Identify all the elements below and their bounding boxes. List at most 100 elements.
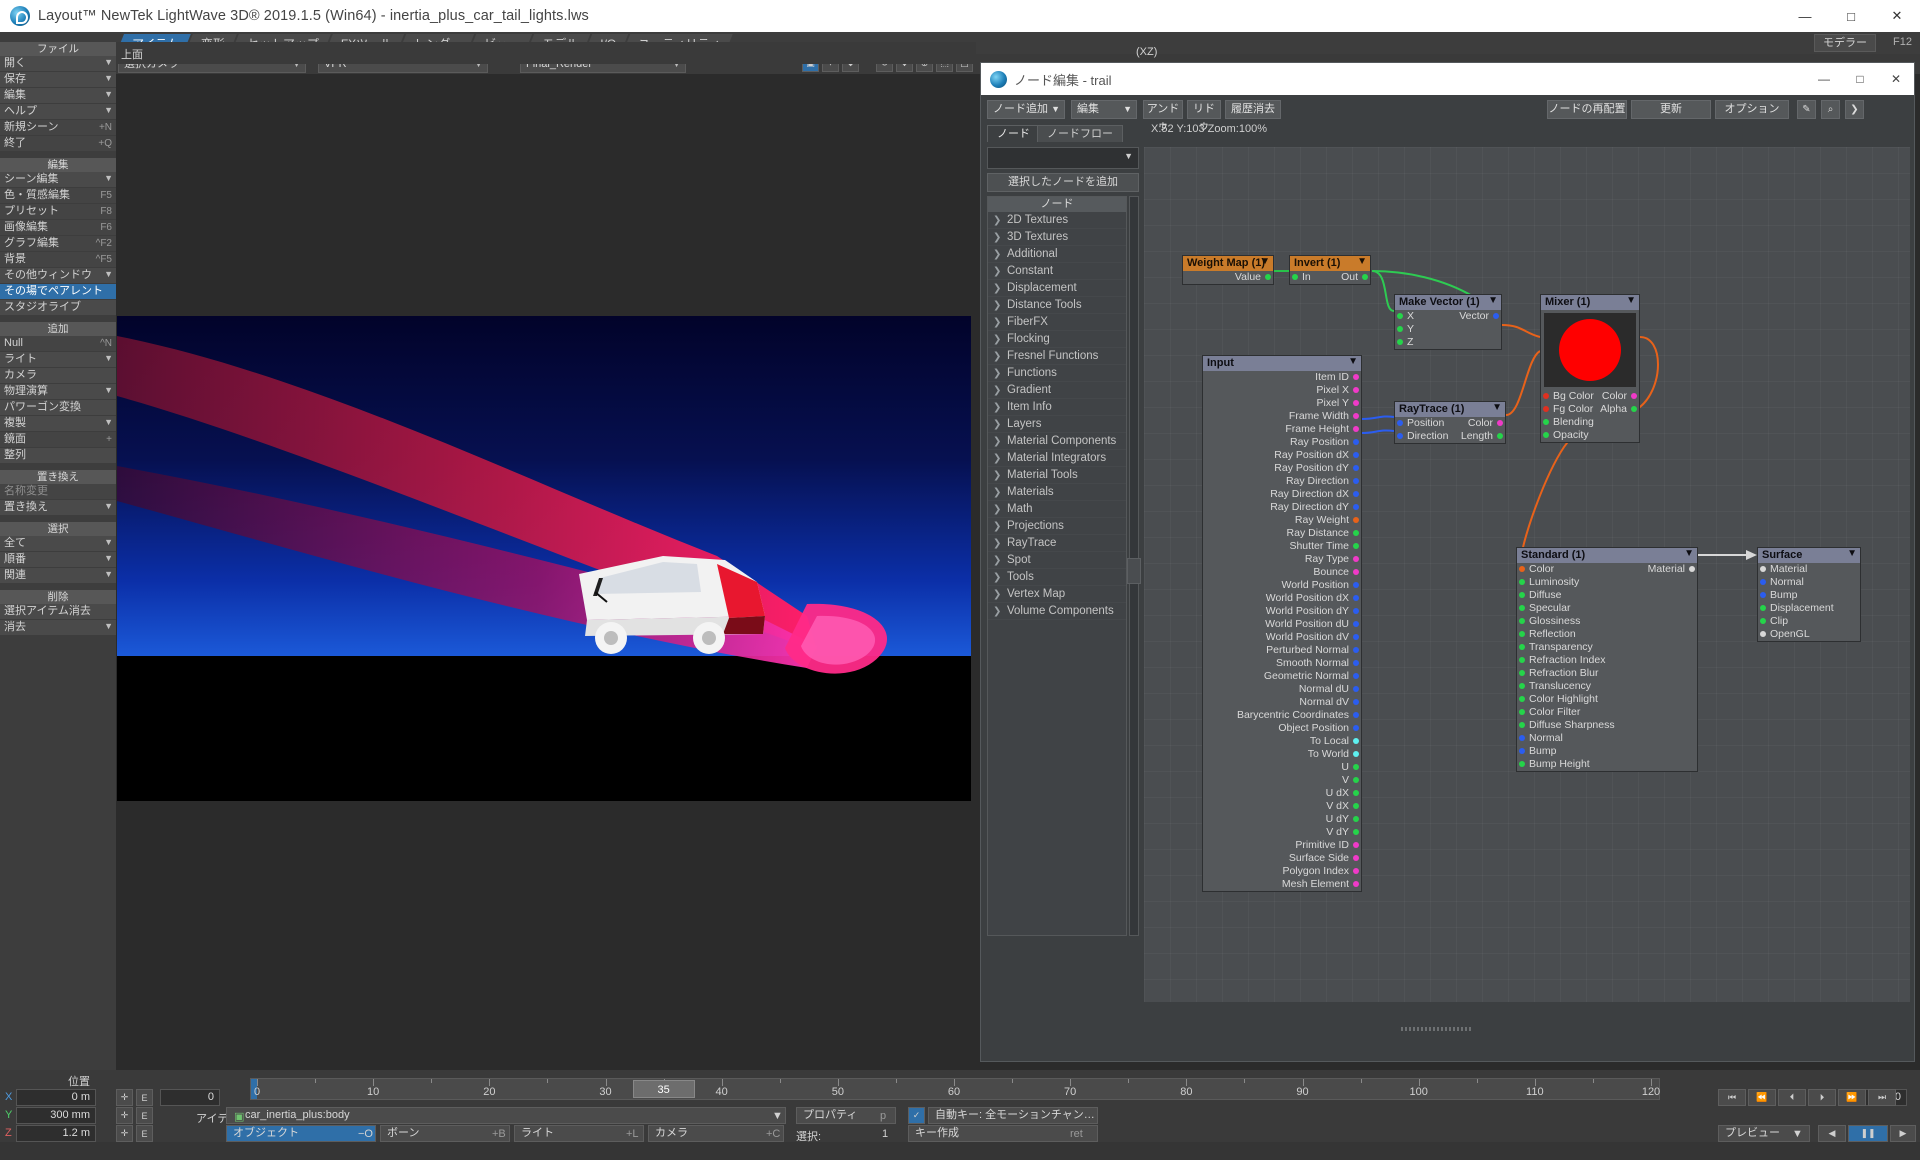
port-dot-output[interactable] [1353, 686, 1359, 692]
port-dot-input[interactable] [1519, 605, 1525, 611]
panel-resize-grip[interactable] [1127, 558, 1141, 584]
mode-light-button[interactable]: ライト [514, 1125, 644, 1142]
port-dot-output[interactable] [1353, 426, 1359, 432]
undo-button[interactable]: アンドゥ [1143, 100, 1183, 132]
node-category-item[interactable]: ❯ Distance Tools [988, 297, 1126, 314]
port-dot-input[interactable] [1519, 657, 1525, 663]
item-dropdown-caret[interactable]: ▼ [772, 1110, 783, 1122]
port-dot-output[interactable] [1353, 660, 1359, 666]
timeline-slider[interactable]: 0 10 20 30 40 50 60 70 80 90 100 110 120 35 [250, 1078, 1660, 1100]
edit-select[interactable]: 編集 ▼ [1071, 100, 1137, 119]
prev-frame-icon[interactable]: ⏴ [1778, 1089, 1806, 1106]
port-dot-input[interactable] [1760, 618, 1766, 624]
port-dot-input[interactable] [1519, 631, 1525, 637]
node-header[interactable]: Mixer (1) ▼ [1541, 295, 1639, 310]
port-dot-output[interactable] [1265, 274, 1271, 280]
port-dot-output[interactable] [1353, 673, 1359, 679]
port-dot-output[interactable] [1353, 582, 1359, 588]
search-icon[interactable]: ⌕ [1821, 100, 1840, 119]
enable-x-icon[interactable]: E [136, 1089, 153, 1106]
node-category-list[interactable]: ノード ❯ 2D Textures ❯ 3D Textures ❯ Additional ❯… [987, 196, 1127, 936]
port-dot-output[interactable] [1353, 374, 1359, 380]
chevron-down-icon[interactable]: ▼ [1357, 255, 1367, 269]
node-color-preview[interactable] [1544, 313, 1636, 387]
node-mixer[interactable]: Mixer (1) ▼ Bg Color Color Fg Color Alpha Blen… [1540, 294, 1640, 443]
port-dot-input[interactable] [1519, 566, 1525, 572]
close-button[interactable]: ✕ [1874, 0, 1920, 32]
port-dot-output[interactable] [1497, 420, 1503, 426]
sidebar-item-1-7[interactable]: その場でペアレント [0, 284, 116, 300]
port-dot-output[interactable] [1353, 803, 1359, 809]
node-category-item[interactable]: ❯ 2D Textures [988, 212, 1126, 229]
sidebar-item-2-5[interactable]: 複製 ▼ [0, 416, 116, 432]
port-dot-input[interactable] [1519, 722, 1525, 728]
sidebar-item-1-6[interactable]: その他ウィンドウ ▼ [0, 268, 116, 284]
node-category-item[interactable]: ❯ Math [988, 501, 1126, 518]
pick-color-icon[interactable]: ✎ [1797, 100, 1816, 119]
chevron-down-icon[interactable]: ▼ [1488, 294, 1498, 308]
sidebar-item-0-4[interactable]: 新規シーン +N [0, 120, 116, 136]
port-dot-input[interactable] [1543, 419, 1549, 425]
viewport-3d[interactable] [117, 316, 971, 801]
node-editor-minimize-button[interactable]: — [1806, 63, 1842, 95]
port-dot-output[interactable] [1353, 829, 1359, 835]
node-header[interactable]: Make Vector (1) ▼ [1395, 295, 1501, 310]
preview-pause-icon[interactable]: ❚❚ [1848, 1125, 1888, 1142]
port-dot-output[interactable] [1353, 738, 1359, 744]
next-frame-icon[interactable]: ⏩ [1838, 1089, 1866, 1106]
port-dot-input[interactable] [1519, 748, 1525, 754]
port-dot-input[interactable] [1519, 735, 1525, 741]
options-button[interactable]: オプション [1715, 100, 1789, 119]
node-header[interactable]: Weight Map (1) ▼ [1183, 256, 1273, 271]
node-category-item[interactable]: ❯ RayTrace [988, 535, 1126, 552]
port-dot-output[interactable] [1353, 712, 1359, 718]
node-category-item[interactable]: ❯ Item Info [988, 399, 1126, 416]
port-dot-input[interactable] [1292, 274, 1298, 280]
node-surface[interactable]: Surface ▼ Material Normal Bump Displacement Cl… [1757, 547, 1861, 642]
chevron-down-icon[interactable]: ▼ [1348, 355, 1358, 369]
port-dot-output[interactable] [1493, 313, 1499, 319]
port-dot-input[interactable] [1760, 592, 1766, 598]
node-category-item[interactable]: ❯ Projections [988, 518, 1126, 535]
port-dot-output[interactable] [1353, 491, 1359, 497]
node-invert[interactable]: Invert (1) ▼ In Out [1289, 255, 1371, 285]
node-header[interactable]: Input ▼ [1203, 356, 1361, 371]
port-dot-output[interactable] [1362, 274, 1368, 280]
add-selected-node-button[interactable]: 選択したノードを追加 [987, 173, 1139, 192]
chevron-down-icon[interactable]: ▼ [1626, 294, 1636, 308]
sidebar-item-1-8[interactable]: スタジオライブ [0, 300, 116, 316]
port-dot-input[interactable] [1760, 631, 1766, 637]
sidebar-item-2-3[interactable]: 物理演算 ▼ [0, 384, 116, 400]
mode-bone-button[interactable]: ボーン [380, 1125, 510, 1142]
chevron-down-icon[interactable]: ▼ [1260, 255, 1270, 269]
sidebar-item-0-0[interactable]: 開く ▼ [0, 56, 116, 72]
port-dot-output[interactable] [1631, 393, 1637, 399]
key-x-icon[interactable]: ✛ [116, 1089, 133, 1106]
sidebar-item-3-0[interactable]: 名称変更 [0, 484, 116, 500]
port-dot-output[interactable] [1353, 725, 1359, 731]
node-category-item[interactable]: ❯ Material Components [988, 433, 1126, 450]
port-dot-output[interactable] [1631, 406, 1637, 412]
port-dot-output[interactable] [1353, 647, 1359, 653]
node-header[interactable]: Invert (1) ▼ [1290, 256, 1370, 271]
sidebar-item-1-5[interactable]: 背景 ^F5 [0, 252, 116, 268]
preview-next-icon[interactable]: ▶ [1890, 1125, 1916, 1142]
port-dot-input[interactable] [1543, 432, 1549, 438]
port-dot-output[interactable] [1353, 478, 1359, 484]
port-dot-input[interactable] [1760, 605, 1766, 611]
node-category-item[interactable]: ❯ Materials [988, 484, 1126, 501]
port-dot-output[interactable] [1353, 413, 1359, 419]
port-dot-output[interactable] [1353, 387, 1359, 393]
node-raytrace[interactable]: RayTrace (1) ▼ Position Color Direction Lengt… [1394, 401, 1506, 444]
key-y-icon[interactable]: ✛ [116, 1107, 133, 1124]
preview-caret[interactable]: ▼ [1792, 1128, 1803, 1140]
port-dot-output[interactable] [1353, 530, 1359, 536]
node-category-item[interactable]: ❯ Spot [988, 552, 1126, 569]
update-button[interactable]: 更新 [1631, 100, 1711, 119]
sidebar-item-0-2[interactable]: 編集 ▼ [0, 88, 116, 104]
sidebar-item-0-1[interactable]: 保存 ▼ [0, 72, 116, 88]
node-makevector[interactable]: Make Vector (1) ▼ X Vector Y Z [1394, 294, 1502, 350]
maximize-button[interactable]: □ [1828, 0, 1874, 32]
port-dot-input[interactable] [1519, 644, 1525, 650]
sidebar-item-4-1[interactable]: 順番 ▼ [0, 552, 116, 568]
